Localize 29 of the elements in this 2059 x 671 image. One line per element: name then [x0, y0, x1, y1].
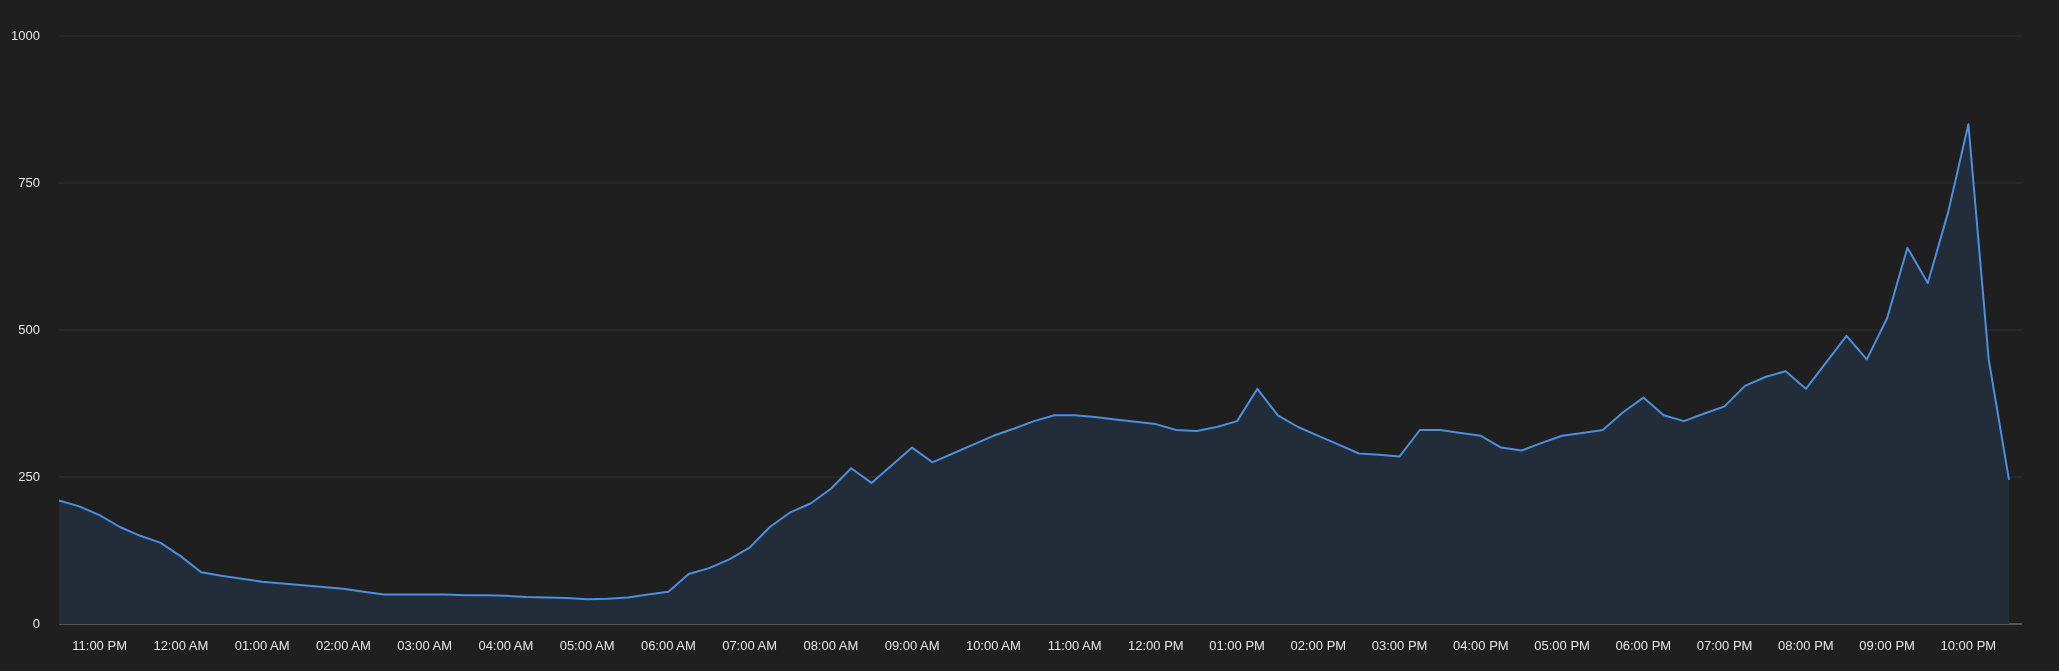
x-axis-label: 04:00 PM	[1453, 638, 1509, 653]
x-axis-label: 12:00 PM	[1128, 638, 1184, 653]
x-axis-label: 06:00 PM	[1615, 638, 1672, 653]
x-axis-label: 02:00 PM	[1290, 638, 1347, 653]
x-axis-label: 12:00 AM	[153, 638, 209, 653]
x-axis-label: 04:00 AM	[478, 638, 534, 653]
x-axis-label: 09:00 AM	[884, 638, 940, 653]
x-axis-label: 09:00 PM	[1859, 638, 1915, 653]
x-axis-label: 11:00 PM	[72, 638, 127, 653]
y-axis-label: 500	[18, 322, 40, 337]
x-axis-label: 08:00 AM	[803, 638, 859, 653]
x-axis-label: 01:00 PM	[1209, 638, 1265, 653]
x-axis-label: 08:00 PM	[1778, 638, 1834, 653]
x-axis-label: 07:00 AM	[722, 638, 778, 653]
x-axis-label: 05:00 PM	[1534, 638, 1590, 653]
x-axis-label: 07:00 PM	[1696, 638, 1753, 653]
x-axis-label: 10:00 AM	[965, 638, 1021, 653]
x-axis-label: 06:00 AM	[640, 638, 696, 653]
y-axis-label: 1000	[11, 28, 40, 43]
y-axis-label: 250	[18, 469, 40, 484]
x-axis-label: 01:00 AM	[234, 638, 290, 653]
x-axis-label: 03:00 AM	[397, 638, 453, 653]
y-axis-label: 750	[18, 175, 40, 190]
x-axis-label: 03:00 PM	[1371, 638, 1428, 653]
x-axis-label: 11:00 AM	[1047, 638, 1102, 653]
y-axis-label: 0	[32, 616, 40, 631]
x-axis-label: 10:00 PM	[1940, 638, 1997, 653]
x-axis-label: 05:00 AM	[559, 638, 615, 653]
x-axis-label: 02:00 AM	[315, 638, 371, 653]
